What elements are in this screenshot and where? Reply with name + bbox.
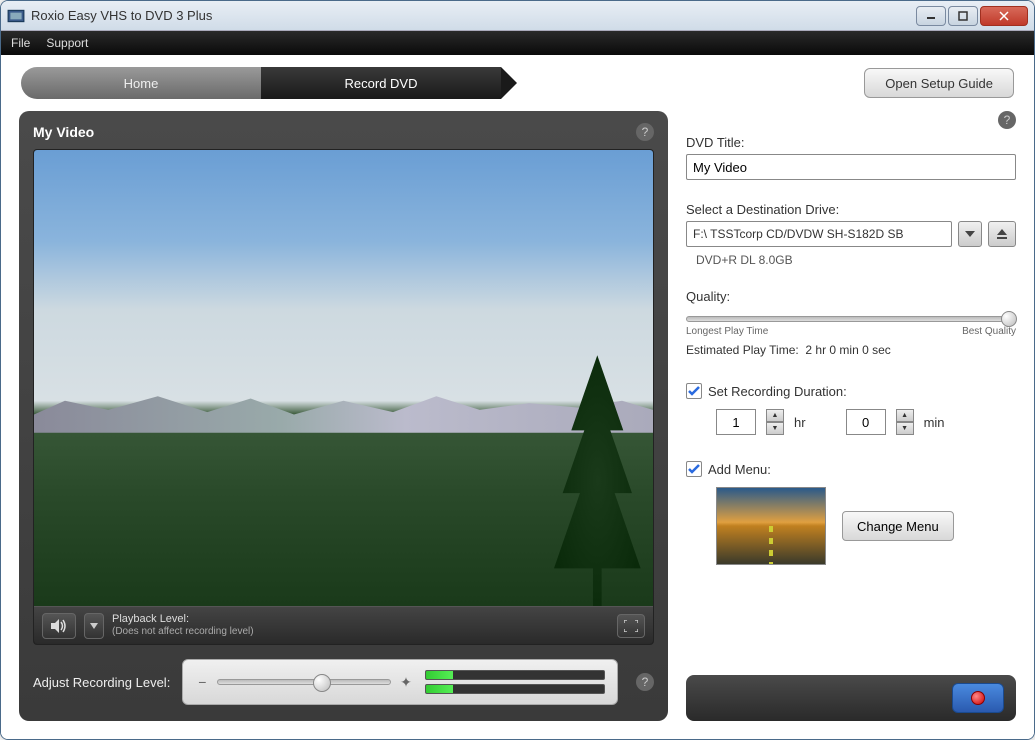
minus-icon: − bbox=[195, 674, 209, 690]
min-unit: min bbox=[924, 415, 945, 430]
help-icon[interactable]: ? bbox=[998, 111, 1016, 129]
estimated-time: Estimated Play Time: 2 hr 0 min 0 sec bbox=[686, 343, 1016, 357]
window-title: Roxio Easy VHS to DVD 3 Plus bbox=[31, 8, 916, 23]
menubar: File Support bbox=[1, 31, 1034, 55]
meter-right bbox=[425, 684, 605, 694]
maximize-button[interactable] bbox=[948, 6, 978, 26]
tab-home-label: Home bbox=[124, 76, 159, 91]
quality-label: Quality: bbox=[686, 289, 1016, 304]
quality-thumb[interactable] bbox=[1001, 311, 1017, 327]
add-menu-label: Add Menu: bbox=[708, 462, 771, 477]
add-menu-checkbox[interactable] bbox=[686, 461, 702, 477]
meter-left bbox=[425, 670, 605, 680]
video-preview bbox=[34, 150, 653, 606]
dvd-title-label: DVD Title: bbox=[686, 135, 1016, 150]
help-icon[interactable]: ? bbox=[636, 123, 654, 141]
destination-drive-select[interactable]: F:\ TSSTcorp CD/DVDW SH-S182D SB bbox=[686, 221, 952, 247]
destination-drive-value: F:\ TSSTcorp CD/DVDW SH-S182D SB bbox=[693, 227, 904, 241]
set-duration-label: Set Recording Duration: bbox=[708, 384, 847, 399]
recording-level-panel: − ✦ bbox=[182, 659, 618, 705]
hours-up-button[interactable]: ▲ bbox=[766, 409, 784, 422]
menu-support[interactable]: Support bbox=[46, 36, 88, 50]
record-button[interactable] bbox=[952, 683, 1004, 713]
playback-level-label: Playback Level: bbox=[112, 613, 609, 626]
slider-thumb[interactable] bbox=[313, 674, 331, 692]
hr-unit: hr bbox=[794, 415, 806, 430]
record-icon bbox=[971, 691, 985, 705]
destination-label: Select a Destination Drive: bbox=[686, 202, 1016, 217]
quality-left-label: Longest Play Time bbox=[686, 326, 768, 337]
window-buttons bbox=[916, 6, 1028, 26]
playback-text: Playback Level: (Does not affect recordi… bbox=[112, 613, 609, 638]
menu-thumbnail[interactable] bbox=[716, 487, 826, 565]
est-label: Estimated Play Time: bbox=[686, 343, 799, 357]
titlebar: Roxio Easy VHS to DVD 3 Plus bbox=[1, 1, 1034, 31]
tab-record-label: Record DVD bbox=[345, 76, 418, 91]
change-menu-button[interactable]: Change Menu bbox=[842, 511, 954, 541]
set-duration-checkbox[interactable] bbox=[686, 383, 702, 399]
drive-info: DVD+R DL 8.0GB bbox=[696, 253, 1016, 267]
volume-dropdown-button[interactable] bbox=[84, 613, 104, 639]
level-meters bbox=[425, 670, 605, 694]
bottom-bar bbox=[686, 675, 1016, 721]
recording-level-label: Adjust Recording Level: bbox=[33, 675, 170, 690]
settings-panel: ? DVD Title: Select a Destination Drive:… bbox=[686, 111, 1016, 721]
close-button[interactable] bbox=[980, 6, 1028, 26]
est-value: 2 hr 0 min 0 sec bbox=[805, 343, 890, 357]
eject-button[interactable] bbox=[988, 221, 1016, 247]
hours-down-button[interactable]: ▼ bbox=[766, 422, 784, 435]
app-window: Roxio Easy VHS to DVD 3 Plus File Suppor… bbox=[0, 0, 1035, 740]
hours-input[interactable] bbox=[716, 409, 756, 435]
tab-record-dvd[interactable]: Record DVD bbox=[261, 67, 501, 99]
fullscreen-button[interactable] bbox=[617, 614, 645, 638]
minimize-button[interactable] bbox=[916, 6, 946, 26]
minutes-up-button[interactable]: ▲ bbox=[896, 409, 914, 422]
help-icon[interactable]: ? bbox=[636, 673, 654, 691]
playback-note: (Does not affect recording level) bbox=[112, 626, 609, 638]
content: Home Record DVD Open Setup Guide My Vide… bbox=[1, 55, 1034, 739]
volume-button[interactable] bbox=[42, 613, 76, 639]
main-area: My Video ? Playback Level: bbox=[1, 111, 1034, 739]
video-frame: Playback Level: (Does not affect recordi… bbox=[33, 149, 654, 645]
tab-home[interactable]: Home bbox=[21, 67, 261, 99]
menu-file[interactable]: File bbox=[11, 36, 30, 50]
video-title: My Video bbox=[33, 124, 636, 140]
dvd-title-input[interactable] bbox=[686, 154, 1016, 180]
quality-slider[interactable] bbox=[686, 316, 1016, 322]
plus-icon: ✦ bbox=[399, 674, 413, 691]
drive-dropdown-button[interactable] bbox=[958, 221, 982, 247]
video-panel: My Video ? Playback Level: bbox=[19, 111, 668, 721]
recording-level-row: Adjust Recording Level: − ✦ ? bbox=[33, 659, 654, 705]
open-setup-guide-button[interactable]: Open Setup Guide bbox=[864, 68, 1014, 98]
playback-bar: Playback Level: (Does not affect recordi… bbox=[34, 606, 653, 644]
recording-level-slider[interactable] bbox=[217, 679, 391, 685]
tab-row: Home Record DVD Open Setup Guide bbox=[1, 55, 1034, 111]
minutes-input[interactable] bbox=[846, 409, 886, 435]
quality-right-label: Best Quality bbox=[962, 326, 1016, 337]
app-icon bbox=[7, 7, 25, 25]
minutes-down-button[interactable]: ▼ bbox=[896, 422, 914, 435]
